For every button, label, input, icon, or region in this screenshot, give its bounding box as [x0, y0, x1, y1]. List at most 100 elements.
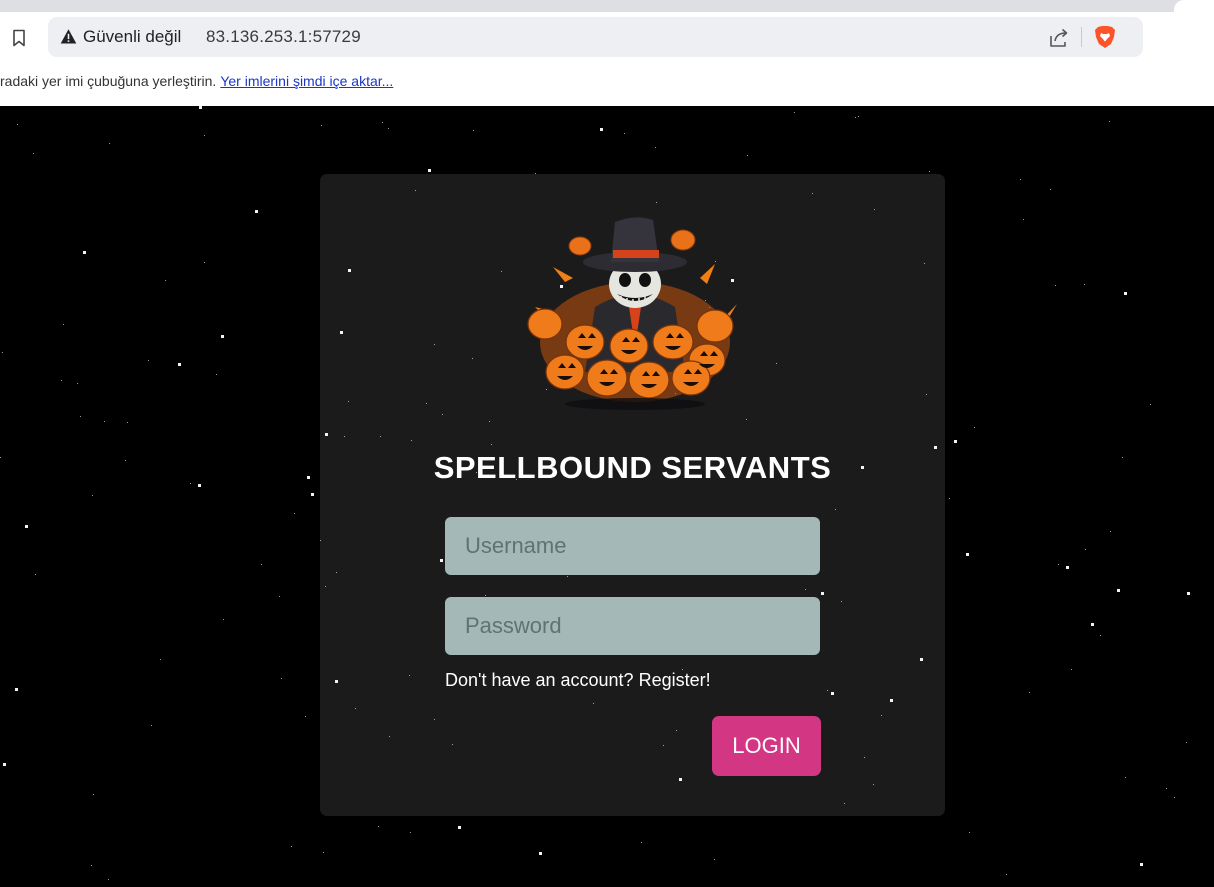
star	[355, 708, 356, 709]
star	[321, 125, 322, 126]
star	[1109, 121, 1110, 122]
star	[1055, 285, 1056, 286]
star	[1125, 777, 1126, 778]
star	[655, 147, 656, 148]
star	[411, 440, 412, 441]
star	[348, 269, 351, 272]
star	[291, 846, 292, 847]
star	[80, 416, 81, 417]
star	[679, 778, 682, 781]
star	[485, 595, 486, 596]
star	[323, 852, 324, 853]
star	[198, 484, 201, 487]
star	[539, 852, 542, 855]
bookmarks-hint: radaki yer imi çubuğuna yerleştirin.	[0, 73, 217, 89]
share-icon[interactable]	[1048, 27, 1070, 49]
url-text[interactable]: 83.136.253.1:57729	[206, 27, 361, 47]
username-input[interactable]	[445, 517, 820, 575]
star	[593, 703, 594, 704]
star	[35, 574, 36, 575]
star	[676, 730, 677, 731]
star	[1124, 292, 1127, 295]
star	[33, 153, 34, 154]
star	[1085, 549, 1086, 550]
warning-icon[interactable]	[60, 28, 77, 45]
star	[178, 363, 181, 366]
star	[1029, 692, 1030, 693]
star	[1174, 797, 1175, 798]
star	[307, 476, 310, 479]
pumpkin-scarecrow-logo	[527, 217, 737, 410]
star	[83, 251, 86, 254]
star	[17, 124, 18, 125]
bookmark-icon	[13, 29, 25, 47]
register-link[interactable]: Don't have an account? Register!	[445, 670, 711, 691]
star	[221, 335, 224, 338]
star	[160, 659, 161, 660]
star	[855, 117, 856, 118]
star	[1110, 531, 1111, 532]
star	[382, 122, 383, 123]
star	[2, 352, 3, 353]
security-status[interactable]: Güvenli değil	[83, 27, 181, 47]
star	[1020, 179, 1021, 180]
star	[473, 130, 474, 131]
star	[841, 601, 842, 602]
star	[835, 509, 836, 510]
star	[1023, 219, 1024, 220]
star	[434, 344, 435, 345]
bookmark-button[interactable]	[8, 26, 30, 50]
star	[600, 128, 603, 131]
star	[1100, 635, 1101, 636]
star	[1166, 788, 1167, 789]
star	[409, 675, 410, 676]
browser-chrome: Güvenli değil 83.136.253.1:57729 radaki …	[0, 0, 1214, 106]
star	[1006, 874, 1007, 875]
star	[127, 422, 128, 423]
address-divider	[1081, 27, 1082, 47]
star	[966, 553, 969, 556]
bookmarks-bar: radaki yer imi çubuğuna yerleştirin. Yer …	[0, 70, 393, 92]
star	[1084, 284, 1085, 285]
star	[864, 757, 865, 758]
star	[452, 744, 453, 745]
password-input[interactable]	[445, 597, 820, 655]
star	[929, 171, 930, 172]
import-bookmarks-link[interactable]: Yer imlerini şimdi içe aktar...	[220, 73, 393, 89]
star	[954, 440, 957, 443]
star	[93, 794, 94, 795]
star	[389, 736, 390, 737]
star	[199, 106, 202, 109]
star	[1140, 863, 1143, 866]
star	[204, 262, 205, 263]
address-bar[interactable]: Güvenli değil 83.136.253.1:57729	[48, 17, 1143, 57]
star	[812, 193, 813, 194]
star	[77, 383, 78, 384]
star	[388, 128, 389, 129]
star	[378, 826, 379, 827]
star	[821, 592, 824, 595]
star	[91, 865, 92, 866]
star	[1187, 592, 1190, 595]
star	[305, 716, 306, 717]
star	[325, 586, 326, 587]
star	[873, 784, 874, 785]
star	[92, 495, 93, 496]
star	[920, 658, 923, 661]
login-button[interactable]: LOGIN	[712, 716, 821, 776]
star	[311, 493, 314, 496]
star	[924, 263, 925, 264]
star	[380, 436, 381, 437]
star	[1066, 566, 1069, 569]
star	[104, 421, 105, 422]
star	[874, 209, 875, 210]
star	[1186, 742, 1187, 743]
star	[223, 619, 224, 620]
star	[831, 692, 834, 695]
star	[881, 715, 882, 716]
star	[320, 540, 321, 541]
brave-lion-icon[interactable]	[1094, 25, 1116, 49]
star	[340, 331, 343, 334]
star	[776, 363, 777, 364]
star	[204, 135, 205, 136]
